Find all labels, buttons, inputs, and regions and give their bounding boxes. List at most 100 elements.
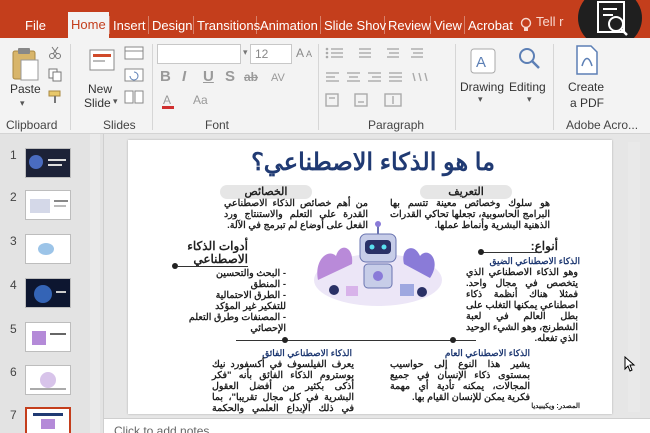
tab-design[interactable]: Design [149, 14, 195, 38]
timeline-dot [282, 337, 288, 343]
mouse-cursor-icon [624, 355, 636, 377]
section-icon[interactable] [124, 90, 144, 109]
character-spacing-icon[interactable]: AV [268, 70, 288, 89]
group-label-clipboard: Clipboard [6, 118, 58, 132]
tab-file[interactable]: File [22, 14, 49, 38]
format-painter-icon[interactable] [48, 90, 62, 109]
strikethrough-button[interactable]: ab [244, 70, 258, 84]
timeline-line [236, 340, 476, 341]
robot-illustration [314, 221, 442, 306]
tab-home[interactable]: Home [68, 12, 109, 38]
grow-font-icon[interactable]: A [296, 46, 304, 60]
underline-button[interactable]: U [203, 68, 214, 85]
shadow-button[interactable]: S [225, 68, 235, 85]
powerpoint-window: File Home Insert Design Transitions Anim… [0, 0, 650, 433]
tab-transitions[interactable]: Transitions [194, 14, 263, 38]
font-size-field[interactable]: 12 [250, 44, 292, 64]
tab-acrobat[interactable]: Acrobat [465, 14, 516, 38]
create-pdf-icon[interactable] [573, 44, 601, 81]
svg-text:AV: AV [271, 72, 286, 84]
types-underline [482, 252, 538, 253]
slide-thumbnail[interactable] [25, 190, 71, 220]
font-name-field[interactable] [157, 44, 241, 64]
create-pdf-label-line1[interactable]: Create [568, 80, 604, 94]
text-direction-icon[interactable] [325, 93, 435, 112]
slide-thumbnail[interactable] [25, 322, 71, 352]
source-credit: المصدر: ويكيبيديا [531, 403, 580, 410]
chevron-down-icon[interactable]: ▾ [243, 47, 248, 58]
new-slide-icon[interactable] [88, 46, 116, 81]
thumbnail-number: 3 [10, 234, 17, 248]
tools-item: - المصنفات وطرق التعلم الإحصائي [188, 312, 286, 334]
new-slide-label-line1[interactable]: New [88, 82, 112, 96]
super-ai-text: يعرف الفيلسوف في أكسفورد نيك بوستروم الذ… [212, 359, 354, 414]
font-color-icon[interactable]: A [160, 93, 178, 114]
chevron-down-icon[interactable]: ▾ [478, 94, 483, 105]
reset-icon[interactable] [124, 68, 144, 87]
find-icon[interactable] [515, 44, 543, 77]
thumbnail-number: 4 [10, 278, 17, 292]
group-separator [455, 44, 456, 130]
svg-text:A: A [476, 54, 486, 71]
slide-thumbnail[interactable] [25, 148, 71, 178]
thumbnail-number: 7 [10, 408, 17, 422]
new-slide-label-line2[interactable]: Slide [84, 96, 111, 110]
general-ai-heading: الذكاء الاصطناعي العام [444, 348, 530, 358]
current-slide[interactable]: ما هو الذكاء الاصطناعي؟ الخصائص من أهم خ… [128, 140, 612, 414]
notes-placeholder[interactable]: Click to add notes [114, 424, 209, 433]
tools-item: - الطرق الاحتمالية للتفكير غير المؤكد [215, 290, 286, 312]
paste-icon[interactable] [10, 46, 40, 87]
lightbulb-icon [520, 17, 532, 38]
shrink-font-icon[interactable]: A [306, 49, 312, 59]
paste-button-label[interactable]: Paste [10, 82, 41, 96]
ribbon-tab-bar: File Home Insert Design Transitions Anim… [0, 0, 650, 48]
thumbnail-number: 6 [10, 365, 17, 379]
group-label-adobe-acrobat: Adobe Acro... [566, 118, 639, 132]
tell-me-box[interactable]: Tell r [536, 14, 563, 29]
chevron-down-icon[interactable]: ▾ [527, 94, 532, 105]
notes-pane[interactable]: Click to add notes [104, 418, 650, 433]
slide-thumbnail[interactable] [25, 278, 71, 308]
types-dot [478, 249, 484, 255]
slide-thumbnail[interactable] [25, 365, 71, 395]
definition-heading: التعريف [420, 185, 512, 199]
group-label-slides: Slides [103, 118, 136, 132]
chevron-down-icon[interactable]: ▾ [20, 98, 25, 109]
timeline-dot [450, 337, 456, 343]
general-ai-text: يشير هذا النوع إلى حواسيب بمستوى ذكاء ال… [390, 359, 530, 403]
slide-title: ما هو الذكاء الاصطناعي؟ [251, 149, 495, 176]
super-ai-heading: الذكاء الاصطناعي الفائق [262, 348, 352, 358]
narrow-ai-heading: الذكاء الاصطناعي الضيق [489, 256, 580, 266]
bullets-icon[interactable] [325, 46, 435, 65]
bold-button[interactable]: B [160, 68, 171, 85]
align-icons[interactable] [325, 70, 445, 89]
chevron-down-icon[interactable]: ▾ [113, 96, 118, 107]
group-label-font: Font [205, 118, 230, 132]
svg-text:A: A [163, 93, 171, 107]
copy-icon[interactable] [48, 68, 62, 87]
group-separator [553, 44, 554, 130]
tools-underline [178, 266, 248, 267]
thumbnails-scrollbar[interactable] [90, 134, 100, 433]
create-pdf-label-line2[interactable]: a PDF [570, 96, 604, 110]
tab-view[interactable]: View [431, 14, 465, 38]
tab-insert[interactable]: Insert [110, 14, 149, 38]
tools-heading: أدوات الذكاء الاصطناعي [187, 239, 248, 266]
layout-icon[interactable] [124, 46, 144, 65]
drawing-button-label[interactable]: Drawing [460, 80, 504, 94]
slide-thumbnail[interactable] [25, 234, 71, 264]
tools-item: - البحث والتحسين [216, 268, 286, 279]
editing-button-label[interactable]: Editing [509, 80, 546, 94]
slide-thumbnail-selected[interactable] [25, 407, 71, 433]
italic-button[interactable]: I [182, 68, 186, 85]
features-heading: الخصائص [220, 185, 312, 199]
highlight-icon[interactable]: Aa [190, 93, 208, 114]
svg-text:Aa: Aa [193, 93, 208, 107]
tab-animations[interactable]: Animation [257, 14, 321, 38]
cut-icon[interactable] [48, 46, 62, 65]
tab-review[interactable]: Review [385, 14, 434, 38]
tools-item: - المنطق [250, 279, 286, 290]
ribbon-home: Paste ▾ Clipboard New Slide ▾ Slides ▾ 1… [0, 38, 650, 134]
drawing-icon[interactable]: A [468, 46, 498, 81]
tab-slide-show[interactable]: Slide Shov [321, 14, 389, 38]
